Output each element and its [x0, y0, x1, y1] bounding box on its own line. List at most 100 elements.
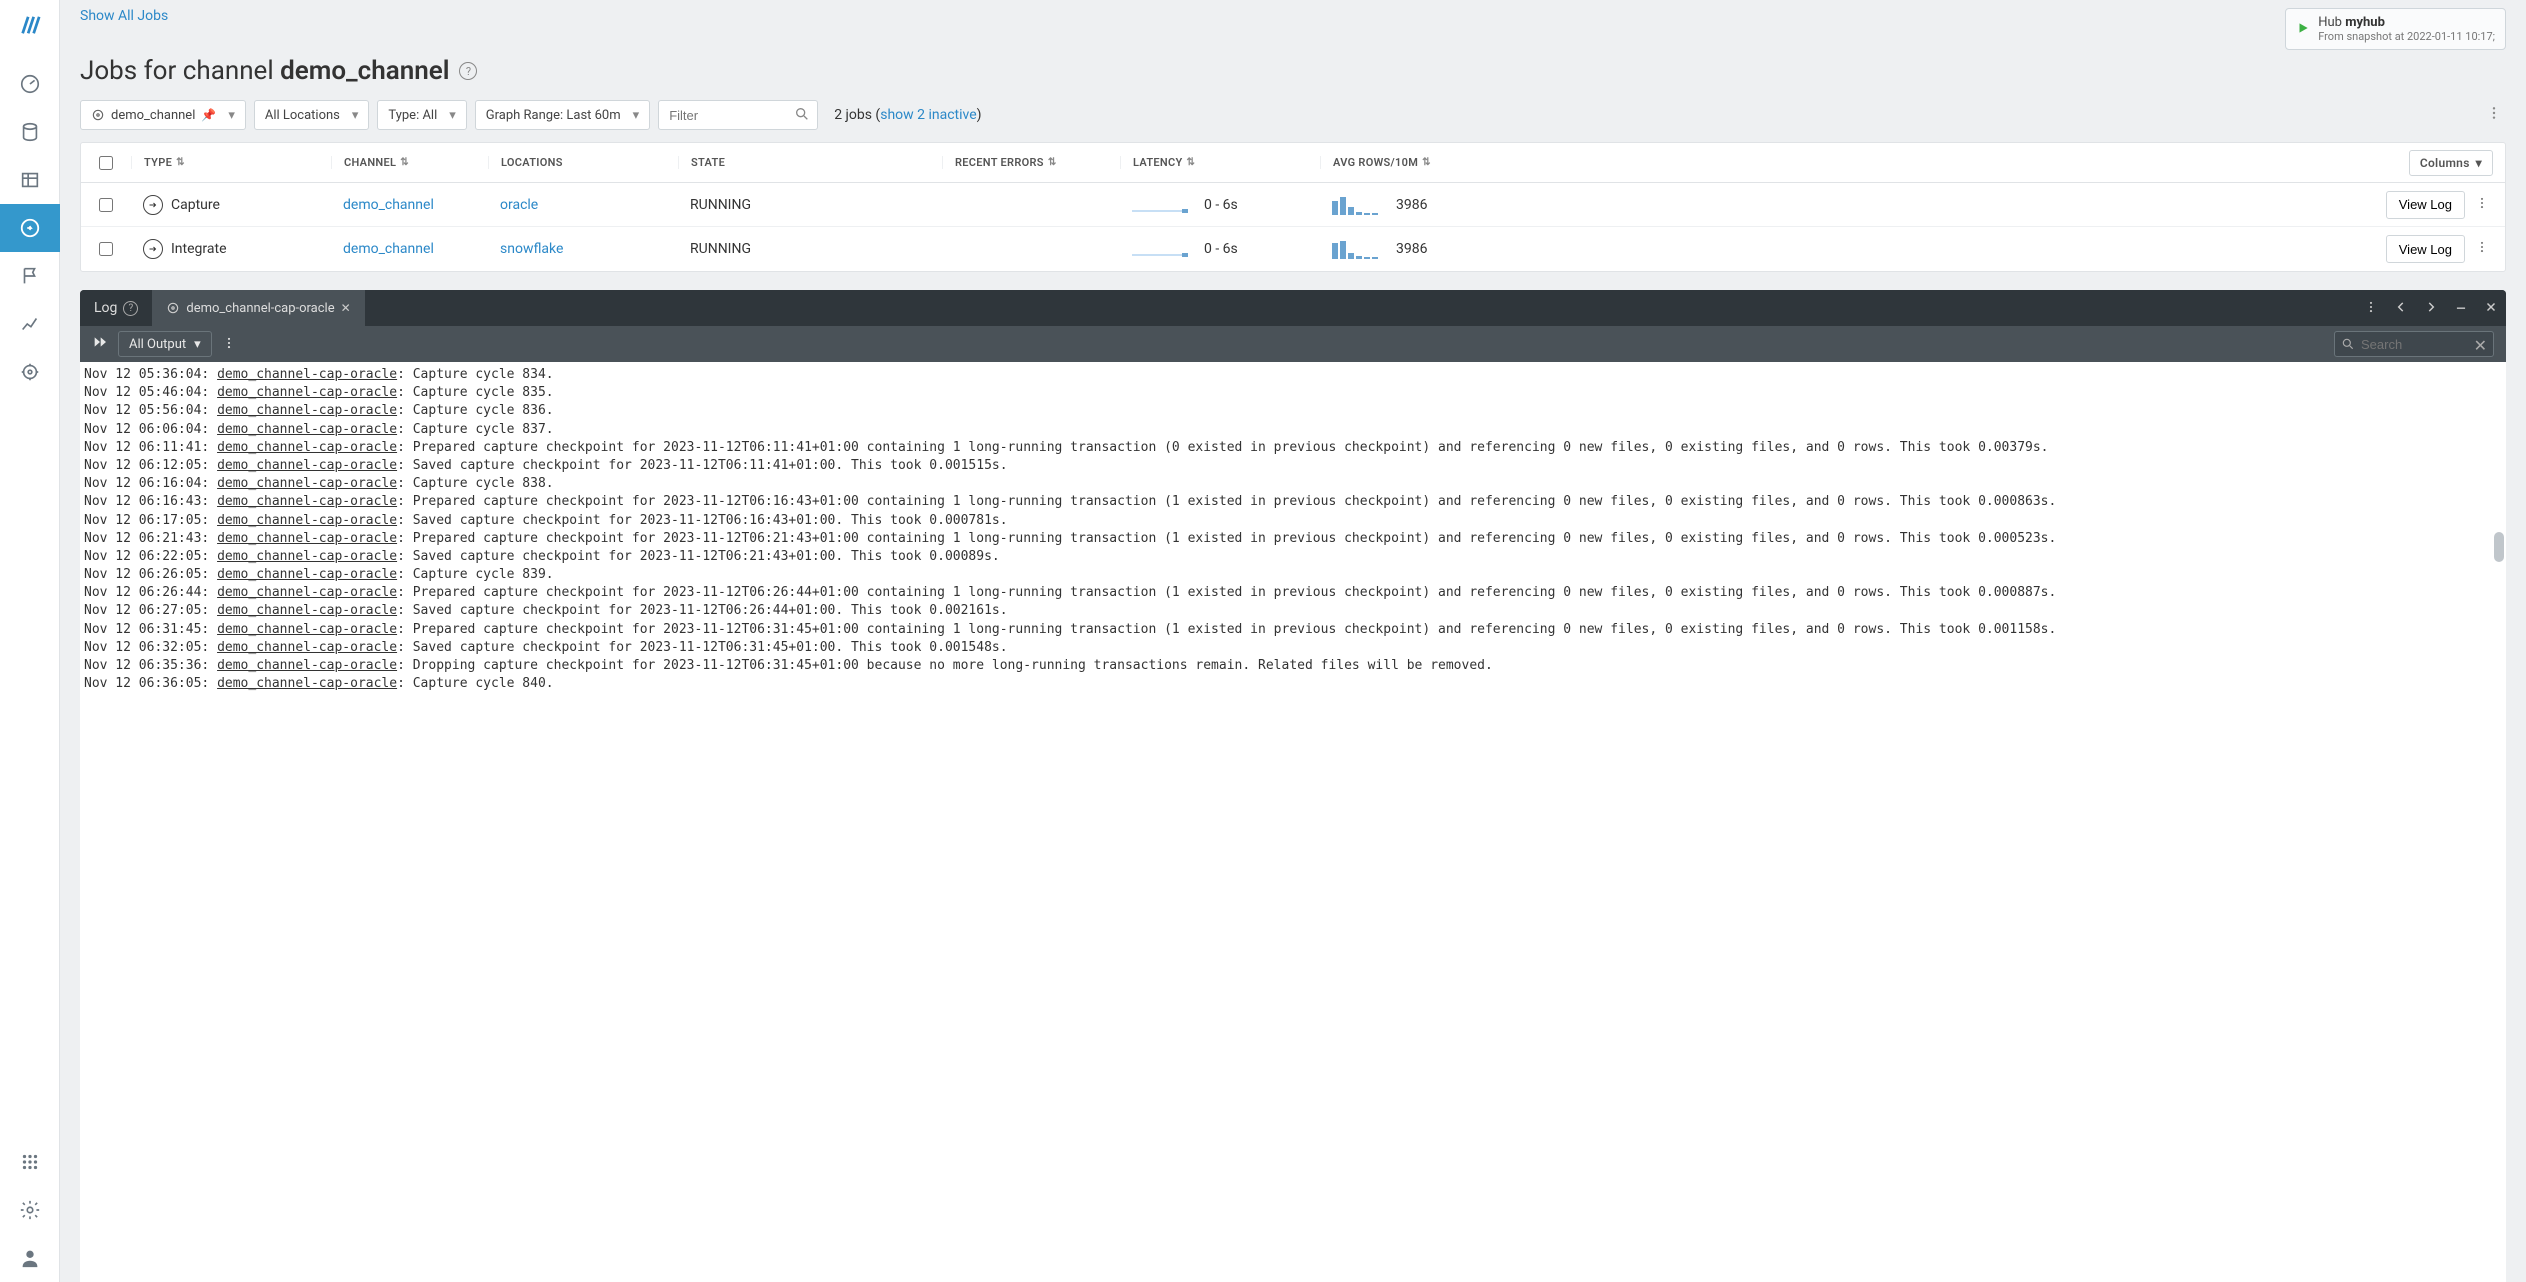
breadcrumb-show-all[interactable]: Show All Jobs [80, 8, 168, 24]
row-state: RUNNING [678, 241, 942, 257]
chevron-down-icon: ▾ [228, 108, 235, 123]
row-avg: 3986 [1396, 241, 1427, 257]
chevron-down-icon: ▾ [194, 337, 201, 352]
filter-graph-range[interactable]: Graph Range: Last 60m ▾ [475, 100, 650, 130]
log-line: Nov 12 06:36:05: demo_channel-cap-oracle… [84, 675, 2502, 693]
row-type: Capture [171, 197, 220, 213]
scrollbar-thumb[interactable] [2494, 532, 2504, 562]
log-next-icon[interactable] [2416, 293, 2446, 324]
chevron-down-icon: ▾ [2476, 156, 2482, 170]
log-title-tab: Log ? [80, 290, 152, 326]
th-latency[interactable]: LATENCY⇅ [1120, 156, 1320, 169]
row-type: Integrate [171, 241, 227, 257]
nav-analytics[interactable] [0, 300, 60, 348]
row-state: RUNNING [678, 197, 942, 213]
columns-button[interactable]: Columns▾ [2409, 150, 2493, 176]
nav-flags[interactable] [0, 252, 60, 300]
nav-tables[interactable] [0, 156, 60, 204]
log-line: Nov 12 06:27:05: demo_channel-cap-oracle… [84, 602, 2502, 620]
close-icon[interactable]: ✕ [341, 301, 351, 315]
log-tab-label: demo_channel-cap-oracle [186, 301, 334, 316]
nav-apps[interactable] [0, 1138, 60, 1186]
log-output-dropdown[interactable]: All Output ▾ [118, 331, 212, 357]
log-search-input[interactable] [2334, 331, 2494, 357]
th-locations[interactable]: LOCATIONS [488, 156, 678, 169]
nav-jobs[interactable] [0, 204, 60, 252]
filter-type[interactable]: Type: All ▾ [377, 100, 466, 130]
view-log-button[interactable]: View Log [2386, 191, 2465, 219]
th-state[interactable]: STATE [678, 156, 942, 169]
job-count: 2 jobs (show 2 inactive) [834, 107, 981, 123]
log-panel: Log ? demo_channel-cap-oracle ✕ All Outp… [80, 290, 2506, 1282]
row-channel-link[interactable]: demo_channel [343, 241, 434, 257]
row-location-link[interactable]: oracle [500, 197, 538, 213]
clear-icon[interactable]: ✕ [2474, 336, 2487, 355]
nav-target[interactable] [0, 348, 60, 396]
log-title-label: Log [94, 300, 117, 316]
log-prev-icon[interactable] [2386, 293, 2416, 324]
page-title: Jobs for channel demo_channel [80, 56, 449, 86]
app-logo[interactable] [18, 10, 42, 42]
help-icon[interactable]: ? [459, 62, 477, 80]
log-line: Nov 12 06:17:05: demo_channel-cap-oracle… [84, 512, 2502, 530]
job-type-icon [143, 239, 163, 259]
filter-search[interactable] [658, 100, 818, 130]
log-close-icon[interactable] [2476, 293, 2506, 324]
hub-info[interactable]: Hub myhub From snapshot at 2022-01-11 10… [2285, 8, 2506, 50]
filter-bar: demo_channel 📌 ▾ All Locations▾ Type: Al… [80, 100, 2506, 130]
table-row: Integrate demo_channel snowflake RUNNING… [81, 227, 2505, 271]
nav-database[interactable] [0, 108, 60, 156]
log-fastforward-icon[interactable] [92, 334, 108, 354]
th-avg[interactable]: AVG ROWS/10M⇅ [1320, 156, 1450, 169]
pin-icon: 📌 [201, 108, 216, 122]
more-menu[interactable] [2482, 101, 2506, 129]
latency-spark [1132, 210, 1188, 212]
row-checkbox[interactable] [99, 242, 113, 256]
log-body[interactable]: Nov 12 05:36:04: demo_channel-cap-oracle… [80, 362, 2506, 1282]
nav-user[interactable] [0, 1234, 60, 1282]
log-output-label: All Output [129, 337, 186, 352]
row-more-icon[interactable] [2471, 192, 2493, 218]
chevron-down-icon: ▾ [633, 108, 640, 123]
select-all-checkbox[interactable] [99, 156, 113, 170]
log-search[interactable]: ✕ [2334, 331, 2494, 357]
table-row: Capture demo_channel oracle RUNNING 0 - … [81, 183, 2505, 227]
search-icon [794, 106, 810, 126]
log-line: Nov 12 06:06:04: demo_channel-cap-oracle… [84, 421, 2502, 439]
filter-channel-label: demo_channel [111, 108, 195, 123]
filter-locations[interactable]: All Locations▾ [254, 100, 370, 130]
log-tab-active[interactable]: demo_channel-cap-oracle ✕ [152, 290, 364, 326]
log-line: Nov 12 06:22:05: demo_channel-cap-oracle… [84, 548, 2502, 566]
chevron-down-icon: ▾ [449, 108, 456, 123]
th-errors[interactable]: RECENT ERRORS⇅ [942, 156, 1120, 169]
log-toolbar-more-icon[interactable] [222, 335, 236, 354]
log-line: Nov 12 06:16:43: demo_channel-cap-oracle… [84, 493, 2502, 511]
filter-graphrange-label: Graph Range: Last 60m [486, 108, 621, 123]
show-inactive-link[interactable]: show 2 inactive [880, 107, 976, 123]
th-type[interactable]: TYPE⇅ [131, 156, 331, 169]
help-icon[interactable]: ? [123, 301, 138, 316]
log-line: Nov 12 06:32:05: demo_channel-cap-oracle… [84, 639, 2502, 657]
log-line: Nov 12 06:26:44: demo_channel-cap-oracle… [84, 584, 2502, 602]
log-line: Nov 12 06:11:41: demo_channel-cap-oracle… [84, 439, 2502, 457]
hub-name: myhub [2345, 15, 2385, 30]
log-minimize-icon[interactable] [2446, 293, 2476, 324]
nav-dashboard[interactable] [0, 60, 60, 108]
row-more-icon[interactable] [2471, 236, 2493, 262]
log-more-icon[interactable] [2356, 293, 2386, 324]
th-channel[interactable]: CHANNEL⇅ [331, 156, 488, 169]
row-checkbox[interactable] [99, 198, 113, 212]
view-log-button[interactable]: View Log [2386, 235, 2465, 263]
row-location-link[interactable]: snowflake [500, 241, 563, 257]
hub-snapshot: From snapshot at 2022-01-11 10:17; [2318, 30, 2495, 43]
nav-settings[interactable] [0, 1186, 60, 1234]
row-channel-link[interactable]: demo_channel [343, 197, 434, 213]
search-icon [2341, 336, 2355, 355]
log-line: Nov 12 05:56:04: demo_channel-cap-oracle… [84, 402, 2502, 420]
filter-locations-label: All Locations [265, 108, 340, 123]
filter-channel[interactable]: demo_channel 📌 ▾ [80, 100, 246, 130]
filter-type-label: Type: All [388, 108, 437, 123]
log-line: Nov 12 06:35:36: demo_channel-cap-oracle… [84, 657, 2502, 675]
jobs-table: TYPE⇅ CHANNEL⇅ LOCATIONS STATE RECENT ER… [80, 142, 2506, 272]
row-latency: 0 - 6s [1204, 197, 1238, 213]
